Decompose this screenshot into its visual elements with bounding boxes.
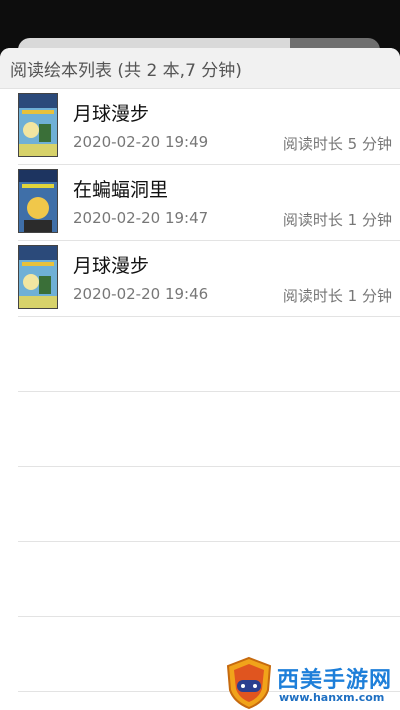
book-title: 月球漫步 [73,255,150,277]
read-duration: 阅读时长 1 分钟 [282,287,392,305]
book-cover-icon [18,245,58,309]
read-duration: 阅读时长 1 分钟 [282,211,392,229]
empty-row [18,542,400,617]
list-item[interactable]: 月球漫步 2020-02-20 19:49 阅读时长 5 分钟 [18,89,400,165]
watermark-title: 西美手游网 [277,668,393,693]
watermark-url: www.hanxm.com [279,691,385,704]
panel-header: 阅读绘本列表 (共 2 本,7 分钟) [0,48,400,89]
gamepad-shield-icon [226,656,272,710]
read-duration: 阅读时长 5 分钟 [282,135,392,153]
book-title: 在蝙蝠洞里 [73,179,169,201]
reading-list: 月球漫步 2020-02-20 19:49 阅读时长 5 分钟 在蝙蝠洞里 20… [0,89,400,692]
read-date: 2020-02-20 19:46 [73,285,209,303]
reading-list-panel: 阅读绘本列表 (共 2 本,7 分钟) 月球漫步 2020-02-20 19:4… [0,48,400,710]
read-date: 2020-02-20 19:49 [73,133,209,151]
panel-title: 阅读绘本列表 (共 2 本,7 分钟) [10,60,242,81]
list-item[interactable]: 在蝙蝠洞里 2020-02-20 19:47 阅读时长 1 分钟 [18,165,400,241]
watermark-logo: 西美手游网 www.hanxm.com [224,656,400,710]
empty-row [18,317,400,392]
book-cover-icon [18,169,58,233]
empty-row [18,392,400,467]
empty-row [18,467,400,542]
book-title: 月球漫步 [73,103,150,125]
list-item[interactable]: 月球漫步 2020-02-20 19:46 阅读时长 1 分钟 [18,241,400,317]
read-date: 2020-02-20 19:47 [73,209,209,227]
book-cover-icon [18,93,58,157]
